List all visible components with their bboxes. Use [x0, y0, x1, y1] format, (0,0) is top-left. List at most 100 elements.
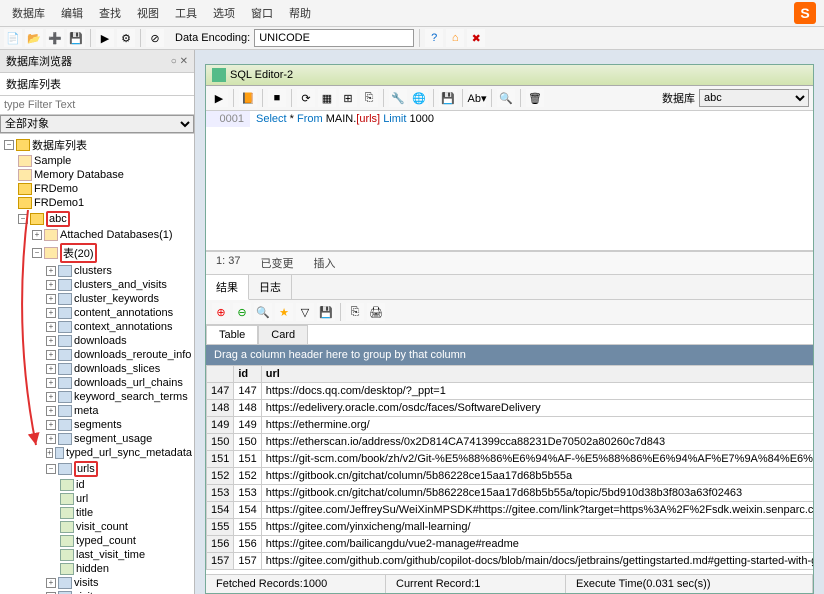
btn-find-icon[interactable]: 🔍	[497, 89, 515, 107]
table-row[interactable]: 151151https://git-scm.com/book/zh/v2/Git…	[207, 451, 814, 468]
tree-table[interactable]: +content_annotations	[0, 306, 194, 320]
tb-save-icon[interactable]: 💾	[67, 29, 85, 47]
btn-ab-icon[interactable]: Ab▾	[468, 89, 486, 107]
menu-database[interactable]: 数据库	[4, 2, 53, 24]
btn-save-icon[interactable]: 💾	[439, 89, 457, 107]
tree-tables[interactable]: −表(20)	[0, 242, 194, 264]
filter-input[interactable]	[0, 96, 194, 115]
tree-table[interactable]: +cluster_keywords	[0, 292, 194, 306]
menu-help[interactable]: 帮助	[281, 2, 319, 24]
menu-find[interactable]: 查找	[91, 2, 129, 24]
tb-action-icon[interactable]: ⚙	[117, 29, 135, 47]
rt-find-icon[interactable]: 🔍	[254, 303, 272, 321]
encoding-input[interactable]	[254, 29, 414, 47]
tb-open-icon[interactable]: 📂	[25, 29, 43, 47]
menu-edit[interactable]: 编辑	[53, 2, 91, 24]
sidebar-tab[interactable]: 数据库列表	[0, 73, 194, 96]
view-card[interactable]: Card	[258, 325, 308, 344]
btn-del-icon[interactable]: 🗑	[526, 89, 544, 107]
tree-table[interactable]: +keyword_search_terms	[0, 390, 194, 404]
tree-db-sample[interactable]: Sample	[0, 154, 194, 168]
tb-plus-icon[interactable]: ➕	[46, 29, 64, 47]
rt-star-icon[interactable]: ★	[275, 303, 293, 321]
btn-tool3-icon[interactable]: ⊞	[339, 89, 357, 107]
btn-tool2-icon[interactable]: ▦	[318, 89, 336, 107]
group-hint[interactable]: Drag a column header here to group by th…	[206, 345, 813, 365]
tree-col[interactable]: title	[0, 506, 194, 520]
tb-new-icon[interactable]: 📄	[4, 29, 22, 47]
tree-table[interactable]: +downloads_url_chains	[0, 376, 194, 390]
tree-table[interactable]: +meta	[0, 404, 194, 418]
sql-editor[interactable]: 0001 Select * From MAIN.[urls] Limit 100…	[206, 111, 813, 251]
tree-db-frdemo[interactable]: FRDemo	[0, 182, 194, 196]
menubar: 数据库 编辑 查找 视图 工具 选项 窗口 帮助	[0, 0, 824, 27]
btn-book-icon[interactable]: 📙	[239, 89, 257, 107]
menu-window[interactable]: 窗口	[243, 2, 281, 24]
table-row[interactable]: 149149https://ethermine.org/	[207, 417, 814, 434]
btn-tool1-icon[interactable]: ⟳	[297, 89, 315, 107]
tree-col[interactable]: typed_count	[0, 534, 194, 548]
tree-table[interactable]: +typed_url_sync_metadata	[0, 446, 194, 460]
rt-export-icon[interactable]: ⎘	[346, 303, 364, 321]
table-row[interactable]: 156156https://gitee.com/bailicangdu/vue2…	[207, 536, 814, 553]
col-id[interactable]: id	[234, 366, 261, 383]
tab-result[interactable]: 结果	[206, 275, 249, 300]
rt-filter-icon[interactable]: ▽	[296, 303, 314, 321]
menu-view[interactable]: 视图	[129, 2, 167, 24]
menu-tools[interactable]: 工具	[167, 2, 205, 24]
tb-help-icon[interactable]: ?	[425, 29, 443, 47]
tree-attached[interactable]: +Attached Databases(1)	[0, 228, 194, 242]
tree-col[interactable]: id	[0, 478, 194, 492]
result-grid[interactable]: id url 147147https://docs.qq.com/desktop…	[206, 365, 813, 574]
tree-table[interactable]: +visit_source	[0, 590, 194, 594]
sidebar-close-icon[interactable]: ○ ✕	[171, 56, 188, 67]
tree-table[interactable]: +downloads_slices	[0, 362, 194, 376]
col-rowhead[interactable]	[207, 366, 234, 383]
tree-col[interactable]: last_visit_time	[0, 548, 194, 562]
tree-db-memory[interactable]: Memory Database	[0, 168, 194, 182]
tree-table[interactable]: +downloads_reroute_info	[0, 348, 194, 362]
tree-root[interactable]: −数据库列表	[0, 136, 194, 154]
tree-col[interactable]: url	[0, 492, 194, 506]
tb-close-icon[interactable]: ✖	[467, 29, 485, 47]
tree-table[interactable]: +visits	[0, 576, 194, 590]
table-row[interactable]: 154154https://gitee.com/JeffreySu/WeiXin…	[207, 502, 814, 519]
col-url[interactable]: url	[261, 366, 813, 383]
menu-options[interactable]: 选项	[205, 2, 243, 24]
table-row[interactable]: 148148https://edelivery.oracle.com/osdc/…	[207, 400, 814, 417]
tree-table[interactable]: +downloads	[0, 334, 194, 348]
tb-stop-icon[interactable]: ⊘	[146, 29, 164, 47]
scope-select[interactable]: 全部对象	[0, 115, 194, 133]
rt-del-icon[interactable]: ⊖	[233, 303, 251, 321]
view-table[interactable]: Table	[206, 325, 258, 344]
table-row[interactable]: 155155https://gitee.com/yinxicheng/mall-…	[207, 519, 814, 536]
tree-col[interactable]: visit_count	[0, 520, 194, 534]
tree-table[interactable]: +segments	[0, 418, 194, 432]
table-row[interactable]: 157157https://gitee.com/github.com/githu…	[207, 553, 814, 570]
tree-table[interactable]: +context_annotations	[0, 320, 194, 334]
tree-table-urls[interactable]: −urls	[0, 460, 194, 478]
tb-home-icon[interactable]: ⌂	[446, 29, 464, 47]
table-row[interactable]: 147147https://docs.qq.com/desktop/?_ppt=…	[207, 383, 814, 400]
table-row[interactable]: 152152https://gitbook.cn/gitchat/column/…	[207, 468, 814, 485]
btn-tool5-icon[interactable]: 🔧	[389, 89, 407, 107]
btn-stop-icon[interactable]: ■	[268, 89, 286, 107]
rt-add-icon[interactable]: ⊕	[212, 303, 230, 321]
btn-tool4-icon[interactable]: ⎘	[360, 89, 378, 107]
rt-save-icon[interactable]: 💾	[317, 303, 335, 321]
tree-db-abc[interactable]: −abc	[0, 210, 194, 228]
tree-table[interactable]: +clusters	[0, 264, 194, 278]
sql-code[interactable]: Select * From MAIN.[urls] Limit 1000	[250, 111, 440, 127]
tab-log[interactable]: 日志	[249, 275, 292, 299]
tree-table[interactable]: +clusters_and_visits	[0, 278, 194, 292]
btn-run-icon[interactable]: ▶	[210, 89, 228, 107]
db-select[interactable]: abc	[699, 89, 809, 107]
table-row[interactable]: 153153https://gitbook.cn/gitchat/column/…	[207, 485, 814, 502]
btn-tool6-icon[interactable]: 🌐	[410, 89, 428, 107]
tree-db-frdemo1[interactable]: FRDemo1	[0, 196, 194, 210]
tree-table[interactable]: +segment_usage	[0, 432, 194, 446]
tree-col[interactable]: hidden	[0, 562, 194, 576]
rt-print-icon[interactable]: 🖨	[367, 303, 385, 321]
table-row[interactable]: 150150https://etherscan.io/address/0x2D8…	[207, 434, 814, 451]
tb-run-icon[interactable]: ▶	[96, 29, 114, 47]
